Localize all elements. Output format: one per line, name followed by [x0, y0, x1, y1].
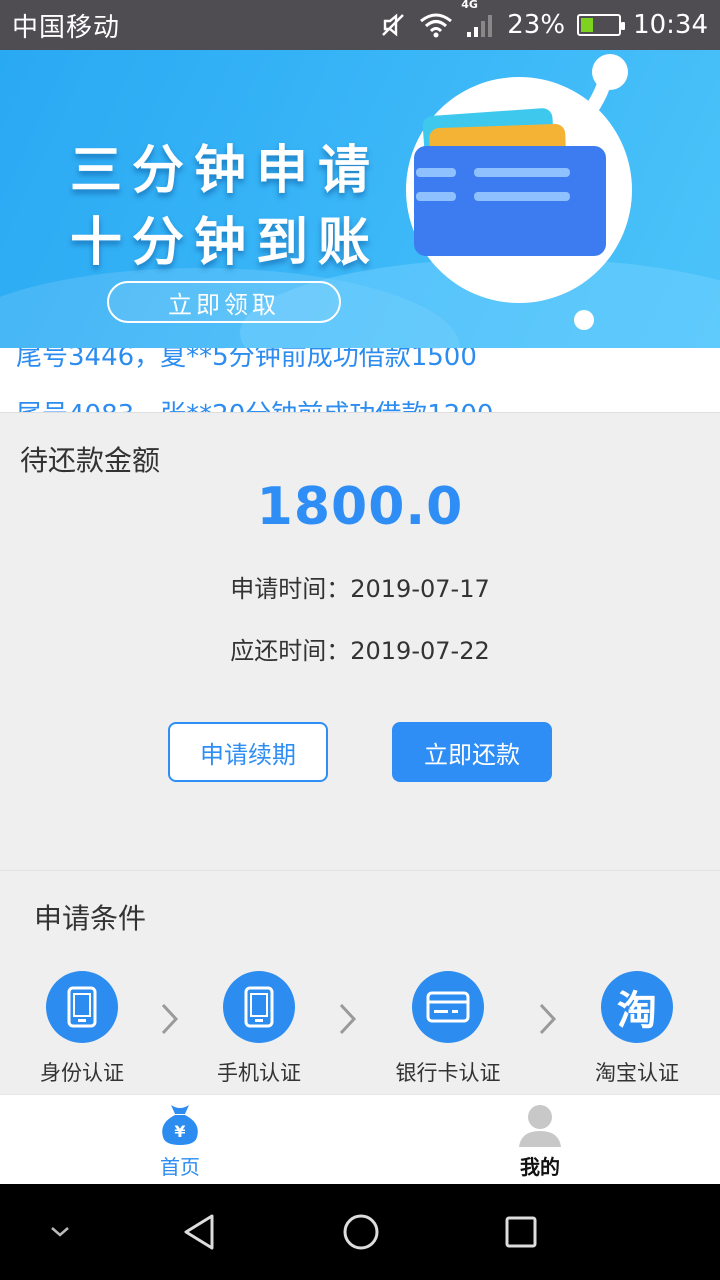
tab-label: 首页	[160, 1155, 200, 1179]
step-label: 手机认证	[217, 1061, 301, 1085]
back-triangle-icon	[184, 1214, 214, 1250]
wallet-illustration-icon	[406, 54, 632, 330]
svg-text:¥: ¥	[174, 1122, 185, 1141]
tab-label: 我的	[520, 1155, 560, 1179]
repay-now-button[interactable]: 立即还款	[392, 722, 552, 782]
step-bank-card-verification[interactable]: 银行卡认证	[378, 971, 518, 1087]
due-date-value: 2019-07-22	[350, 637, 490, 665]
chevron-right-icon	[539, 1003, 557, 1035]
wifi-icon	[419, 11, 453, 39]
carrier-name: 中国移动	[12, 12, 121, 43]
bottom-tab-bar: ¥ 首页 我的	[0, 1094, 720, 1184]
status-icons: 4G 23% 10:34	[379, 0, 708, 40]
user-avatar-icon	[519, 1105, 561, 1147]
tab-mine[interactable]: 我的	[360, 1095, 720, 1185]
apply-date-value: 2019-07-17	[350, 575, 490, 603]
promo-banner[interactable]: 三分钟申请 十分钟到账 立即领取	[0, 50, 720, 348]
money-bag-icon: ¥	[162, 1105, 198, 1145]
repayment-title: 待还款金额	[20, 444, 161, 477]
apply-date-label: 申请时间：	[230, 575, 351, 603]
notice-item: 尾号3446，夏**5分钟前成功借款1500	[16, 348, 477, 372]
chevron-right-icon	[339, 1003, 357, 1035]
network-type: 4G	[461, 0, 478, 11]
repayment-amount: 1800.0	[256, 477, 464, 537]
battery-icon	[577, 14, 626, 36]
recents-button[interactable]	[491, 1202, 551, 1262]
chevron-down-icon	[51, 1227, 69, 1237]
bank-card-icon	[412, 971, 484, 1043]
home-button[interactable]	[331, 1202, 391, 1262]
claim-now-button[interactable]: 立即领取	[107, 281, 341, 323]
apply-date-row: 申请时间：2019-07-17	[0, 569, 720, 604]
app-screen: 中国移动 4G 23% 10:34 三分钟申请 十分钟到账 立即领取 尾号344…	[0, 0, 720, 1280]
status-bar: 中国移动 4G 23% 10:34	[0, 0, 720, 50]
system-navigation-bar	[0, 1184, 720, 1280]
loan-notice-ticker: 尾号3446，夏**5分钟前成功借款1500 尾号4083，张**20分钟前成功…	[0, 348, 720, 412]
banner-headline-2: 十分钟到账	[70, 213, 381, 273]
clock: 10:34	[633, 10, 708, 40]
recents-square-icon	[505, 1216, 537, 1248]
tab-home[interactable]: ¥ 首页	[0, 1095, 360, 1185]
step-taobao-verification[interactable]: 淘 淘宝认证	[567, 971, 707, 1087]
repayment-card: 待还款金额 1800.0 申请时间：2019-07-17 应还时间：2019-0…	[0, 412, 720, 870]
chevron-right-icon	[161, 1003, 179, 1035]
step-label: 身份认证	[40, 1061, 124, 1085]
due-date-label: 应还时间：	[230, 637, 351, 665]
banner-headline-1: 三分钟申请	[70, 141, 381, 201]
renew-button[interactable]: 申请续期	[168, 722, 328, 782]
conditions-title: 申请条件	[34, 902, 147, 935]
notice-item: 尾号4083，张**20分钟前成功借款1200	[16, 394, 493, 412]
taobao-icon: 淘	[601, 971, 673, 1043]
step-label: 银行卡认证	[395, 1061, 501, 1085]
home-circle-icon	[343, 1214, 379, 1250]
battery-percent: 23%	[507, 10, 566, 40]
step-phone-verification[interactable]: 手机认证	[189, 971, 329, 1087]
phone-icon	[223, 971, 295, 1043]
hide-keyboard-button[interactable]	[30, 1202, 90, 1262]
back-button[interactable]	[170, 1202, 230, 1262]
mute-icon	[379, 11, 407, 39]
due-date-row: 应还时间：2019-07-22	[0, 631, 720, 666]
id-card-icon	[46, 971, 118, 1043]
step-label: 淘宝认证	[595, 1061, 679, 1085]
application-conditions: 申请条件 身份认证 手机认证 银行卡认证 淘 淘宝认证	[0, 870, 720, 1094]
signal-icon: 4G	[461, 0, 495, 38]
step-id-verification[interactable]: 身份认证	[12, 971, 152, 1087]
